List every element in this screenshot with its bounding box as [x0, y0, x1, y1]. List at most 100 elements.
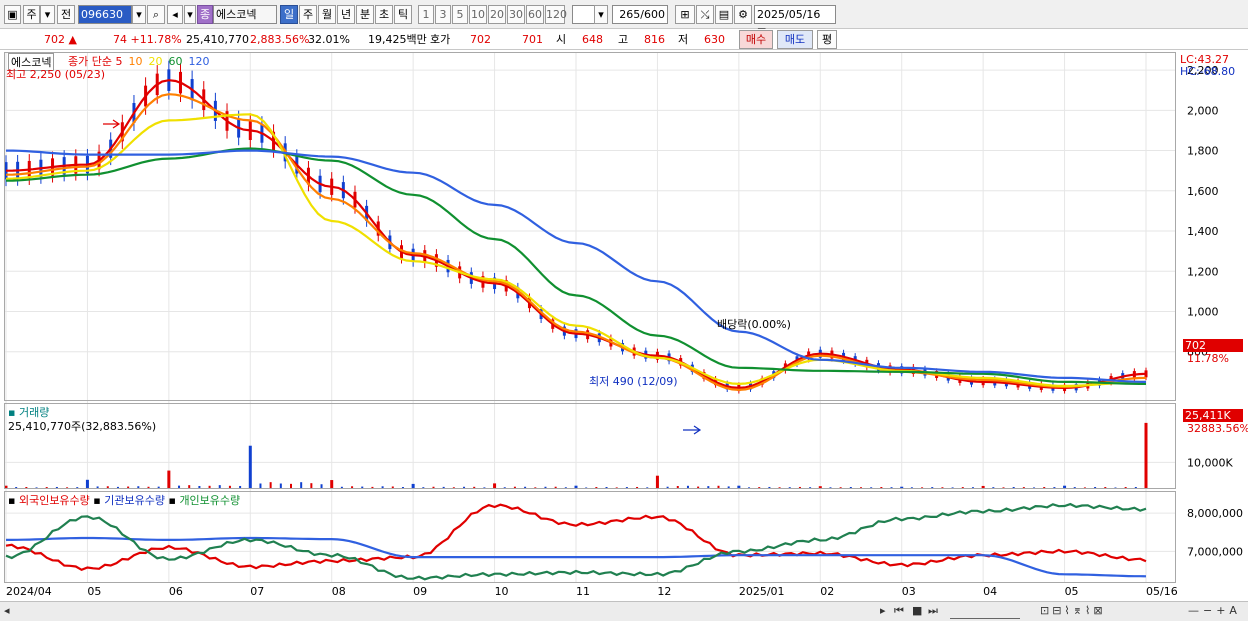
interval-tab-2[interactable]: 5	[452, 5, 468, 24]
count-total: /600	[640, 8, 665, 21]
stock-type-badge: 종	[197, 5, 213, 24]
period-tab-0[interactable]: 일	[280, 5, 298, 24]
period-tab-6[interactable]: 틱	[394, 5, 412, 24]
turnover-rate: 32.01%	[308, 33, 350, 46]
price-panel-border	[4, 52, 1176, 401]
current-price: 702 ▲	[44, 33, 77, 46]
holding-y-tick-0: 7,000,000	[1187, 545, 1243, 558]
price-y-tick-4: 1,600	[1187, 185, 1219, 198]
low-label: 저	[678, 33, 689, 46]
chart-scrollbar[interactable]: ◂ ▸ ⏮ ■ ⏭ ⊡⊟⌇⌆⌇⊠ —−+A	[0, 601, 1248, 621]
x-tick-label-1: 05	[87, 585, 101, 598]
interval-tab-6[interactable]: 60	[526, 5, 544, 24]
x-tick-label-8: 12	[657, 585, 671, 598]
save-icon[interactable]: ▤	[715, 5, 733, 24]
high-price: 816	[644, 33, 665, 46]
stock-name: 에스코넥	[216, 8, 257, 21]
scroll-right-icon[interactable]: ▸	[880, 604, 886, 618]
date-value: 2025/05/16	[757, 8, 821, 21]
holding-legend: ▪ 외국인보유수량 ▪ 기관보유수량 ▪ 개인보유수량	[8, 494, 241, 507]
individual-holding-legend: 개인보유수량	[179, 494, 241, 507]
price-change: 74 +11.78%	[113, 33, 182, 46]
ma-label-120: 120	[188, 55, 210, 68]
speaker-icon[interactable]: ◂	[167, 5, 183, 24]
ma-labels: 5 10 20 60 120	[115, 55, 215, 68]
x-tick-label-3: 07	[250, 585, 264, 598]
code-dropdown-icon[interactable]: ▾	[132, 5, 146, 24]
volume-current-tag: 25,411K	[1183, 409, 1243, 422]
count-field[interactable]: 265/600	[612, 5, 668, 24]
period-tab-1[interactable]: 주	[299, 5, 317, 24]
low-annotation: 최저 490 (12/09)	[589, 375, 678, 388]
price-y-tick-5: 1,800	[1187, 145, 1219, 158]
interval-tab-5[interactable]: 30	[507, 5, 525, 24]
x-tick-label-14: 05/16	[1146, 585, 1178, 598]
code-value: 096630	[81, 8, 123, 21]
count-value: 265	[619, 8, 641, 21]
period-tab-2[interactable]: 월	[318, 5, 336, 24]
code-input[interactable]: 096630	[78, 5, 132, 24]
quote-bar: 702 ▲ 74 +11.78% 25,410,770 2,883.56% 32…	[0, 29, 1248, 50]
eval-button[interactable]: 평	[817, 30, 837, 49]
gear-icon[interactable]: ⚙	[734, 5, 752, 24]
x-tick-label-9: 2025/01	[739, 585, 785, 598]
current-price-tag: 702	[1183, 339, 1243, 352]
institution-holding-legend: 기관보유수량	[104, 494, 165, 507]
low-price: 630	[704, 33, 725, 46]
sell-button[interactable]: 매도	[777, 30, 813, 49]
interval-tab-3[interactable]: 10	[469, 5, 487, 24]
stock-name-field: 에스코넥	[213, 5, 277, 24]
ma-label-60: 60	[168, 55, 183, 68]
foreign-holding-legend: 외국인보유수량	[18, 494, 90, 507]
scroll-left-icon[interactable]: ◂	[4, 604, 10, 618]
ma-label-10: 10	[128, 55, 143, 68]
interval-dropdown-icon[interactable]: ▾	[594, 5, 608, 24]
interval-tab-0[interactable]: 1	[418, 5, 434, 24]
speaker-dropdown-icon[interactable]: ▾	[184, 5, 196, 24]
interval-tab-7[interactable]: 120	[545, 5, 567, 24]
holding-y-tick-1: 8,000,000	[1187, 507, 1243, 520]
hoga-label: 호가	[430, 33, 451, 46]
volume-panel-border	[4, 403, 1176, 489]
forward-icon[interactable]: ⏭	[928, 604, 938, 618]
x-tick-label-6: 10	[495, 585, 509, 598]
open-price: 648	[582, 33, 603, 46]
zoom-slider[interactable]	[950, 604, 1020, 619]
trade-amount: 19,425백만	[368, 33, 427, 46]
x-tick-label-2: 06	[169, 585, 183, 598]
volume-y-tick-0: 10,000K	[1187, 456, 1233, 469]
prev-button[interactable]: 전	[57, 5, 75, 24]
interval-tab-1[interactable]: 3	[435, 5, 451, 24]
x-tick-label-12: 04	[983, 585, 997, 598]
layout-icon[interactable]: ▣	[4, 5, 21, 24]
x-axis: 2024/04 05 06 07 08 09 10 11 12 2025/01 02 03 04 05 05…	[6, 585, 1178, 598]
period-tab-5[interactable]: 초	[375, 5, 393, 24]
toolbar: ▣ 주 ▾ 전 096630 ▾ ⌕ ◂ ▾ 종 에스코넥 일주월년분초틱 13…	[0, 0, 1248, 38]
ex-dividend-annotation: 배당락(0.00%)	[717, 318, 791, 331]
prev-label: 전	[60, 8, 72, 21]
market-dropdown-icon[interactable]: ▾	[40, 5, 55, 24]
bid-price: 701	[522, 33, 543, 46]
zoom-controls-icon[interactable]: —−+A	[1188, 604, 1241, 618]
price-y-tick-1: 1,000	[1187, 305, 1219, 318]
x-tick-label-10: 02	[820, 585, 834, 598]
rewind-icon[interactable]: ⏮	[894, 604, 904, 618]
x-tick-label-5: 09	[413, 585, 427, 598]
price-y-tick-6: 2,000	[1187, 104, 1219, 117]
buy-button[interactable]: 매수	[739, 30, 773, 49]
market-label: 주	[26, 8, 37, 21]
volume-readout: 25,410,770주(32,883.56%)	[8, 420, 157, 433]
market-select[interactable]: 주	[23, 5, 40, 24]
chart-type-icon[interactable]: ⊞	[675, 5, 695, 24]
drawing-tools-icon[interactable]: ⊡⊟⌇⌆⌇⊠	[1040, 604, 1106, 618]
interval-tab-4[interactable]: 20	[488, 5, 506, 24]
period-tab-3[interactable]: 년	[337, 5, 355, 24]
search-icon[interactable]: ⌕	[147, 5, 165, 24]
price-y-tick-3: 1,400	[1187, 225, 1219, 238]
date-field[interactable]: 2025/05/16 ▦	[754, 5, 836, 38]
x-tick-label-13: 05	[1065, 585, 1079, 598]
period-tab-4[interactable]: 분	[356, 5, 374, 24]
indicator-icon[interactable]: ⤯	[696, 5, 714, 24]
stop-icon[interactable]: ■	[912, 604, 922, 618]
high-label: 고	[618, 33, 629, 46]
